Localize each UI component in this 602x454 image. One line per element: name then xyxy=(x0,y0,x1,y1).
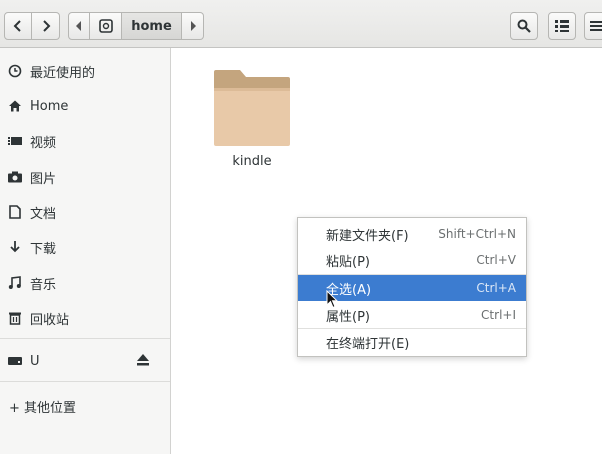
menu-item-label: 新建文件夹(F) xyxy=(326,228,409,244)
sidebar-item-label: Home xyxy=(30,98,69,114)
sidebar-item-other-locations[interactable]: + 其他位置 xyxy=(0,392,170,420)
sidebar-item-label: 图片 xyxy=(30,171,57,187)
header-bar: home xyxy=(0,0,602,48)
sidebar-item-trash[interactable]: 回收站 xyxy=(0,304,170,332)
sidebar-item-label: 回收站 xyxy=(30,312,70,328)
forward-button[interactable] xyxy=(32,12,60,40)
menu-item-label: 在终端打开(E) xyxy=(326,336,410,352)
download-icon xyxy=(8,240,22,254)
folder-name: kindle xyxy=(232,154,272,169)
sidebar-item-label: 视频 xyxy=(30,135,57,151)
sidebar-separator xyxy=(0,381,170,382)
sidebar-item-label: U xyxy=(30,353,40,369)
arrow-left-icon xyxy=(76,21,81,31)
sidebar-item-music[interactable]: 音乐 xyxy=(0,269,170,297)
path-root-button[interactable] xyxy=(90,12,122,40)
menu-item-shortcut: Ctrl+I xyxy=(481,308,516,322)
path-home-label: home xyxy=(131,18,172,34)
clock-icon xyxy=(8,64,22,78)
path-scroll-left-button[interactable] xyxy=(68,12,90,40)
chevron-left-icon xyxy=(13,20,21,32)
folder-icon xyxy=(214,70,290,146)
sidebar-item-label: 最近使用的 xyxy=(30,65,96,81)
search-button[interactable] xyxy=(510,12,538,40)
menu-item-shortcut: Ctrl+V xyxy=(476,253,516,267)
path-home-button[interactable]: home xyxy=(122,12,182,40)
chevron-right-icon xyxy=(42,20,50,32)
mouse-cursor-icon xyxy=(326,290,338,309)
menu-item-open-terminal[interactable]: 在终端打开(E) xyxy=(298,329,526,355)
drive-root-icon xyxy=(98,19,113,33)
path-scroll-right-button[interactable] xyxy=(182,12,204,40)
menu-item-shortcut: Ctrl+A xyxy=(476,281,516,295)
context-menu: 新建文件夹(F) Shift+Ctrl+N 粘贴(P) Ctrl+V 全选(A)… xyxy=(297,217,527,357)
list-view-button[interactable] xyxy=(548,12,576,40)
back-button[interactable] xyxy=(4,12,32,40)
sidebar-item-label: 下载 xyxy=(30,241,57,257)
sidebar-item-documents[interactable]: 文档 xyxy=(0,198,170,226)
menu-item-label: 粘贴(P) xyxy=(326,254,370,270)
sidebar-item-label: 文档 xyxy=(30,206,57,222)
home-icon xyxy=(8,99,22,113)
menu-item-shortcut: Shift+Ctrl+N xyxy=(438,227,516,241)
sidebar-item-pictures[interactable]: 图片 xyxy=(0,163,170,191)
menu-button[interactable] xyxy=(584,12,602,40)
sidebar-item-downloads[interactable]: 下载 xyxy=(0,233,170,261)
sidebar-separator xyxy=(0,338,170,339)
sidebar-item-drive-u[interactable]: U xyxy=(0,347,170,375)
music-icon xyxy=(8,276,22,290)
sidebar-item-label: + 其他位置 xyxy=(9,400,77,416)
document-icon xyxy=(8,205,22,219)
trash-icon xyxy=(8,311,22,325)
arrow-right-icon xyxy=(190,21,196,31)
sidebar-item-videos[interactable]: 视频 xyxy=(0,127,170,155)
camera-icon xyxy=(8,170,22,184)
hamburger-icon xyxy=(590,21,602,31)
sidebar-item-recent[interactable]: 最近使用的 xyxy=(0,57,170,85)
drive-icon xyxy=(8,354,22,368)
folder-item[interactable]: kindle xyxy=(212,68,292,178)
video-icon xyxy=(8,134,22,148)
eject-icon[interactable] xyxy=(136,354,150,370)
search-icon xyxy=(517,19,531,33)
sidebar-item-home[interactable]: Home xyxy=(0,92,170,120)
sidebar: 最近使用的 Home 视频 图片 文档 下载 音乐 回收站 U + 其他位置 xyxy=(0,48,171,454)
list-view-icon xyxy=(555,20,569,32)
menu-item-paste[interactable]: 粘贴(P) Ctrl+V xyxy=(298,247,526,273)
sidebar-item-label: 音乐 xyxy=(30,277,57,293)
menu-item-new-folder[interactable]: 新建文件夹(F) Shift+Ctrl+N xyxy=(298,221,526,247)
